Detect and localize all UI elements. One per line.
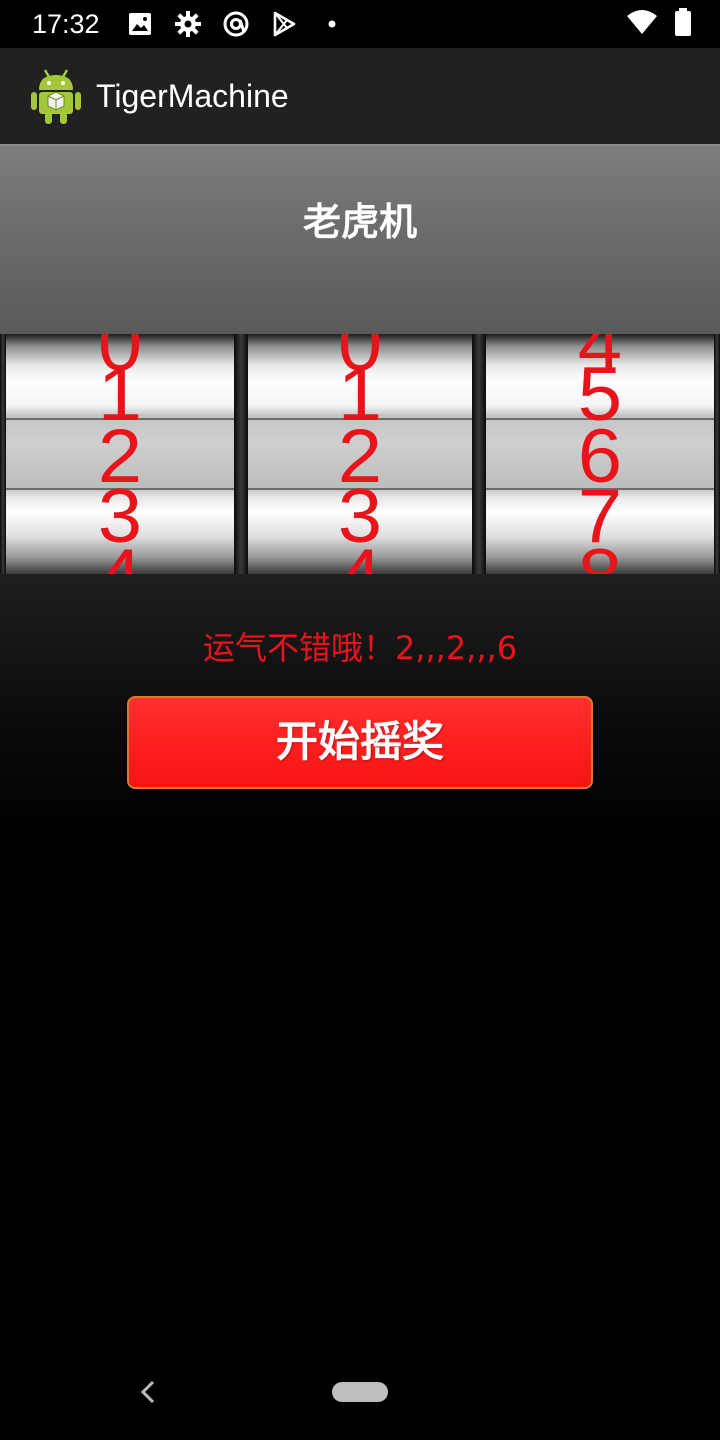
result-message: 运气不错哦！2,,,2,,,6 bbox=[202, 629, 518, 667]
reel-separator bbox=[234, 334, 248, 574]
content-area: 运气不错哦！2,,,2,,,6 开始摇奖 bbox=[0, 574, 720, 1440]
action-bar: TigerMachine bbox=[0, 48, 720, 144]
at-sign-icon bbox=[222, 10, 250, 38]
reel-frame-right bbox=[714, 334, 720, 574]
status-system-icons bbox=[626, 8, 692, 40]
reel-digit: 4 bbox=[6, 539, 234, 575]
battery-icon bbox=[674, 8, 692, 40]
settings-gear-icon bbox=[174, 10, 202, 38]
notification-dot-icon bbox=[318, 10, 346, 38]
navigation-bar bbox=[0, 1360, 720, 1440]
reel-digit: 4 bbox=[248, 539, 472, 575]
android-robot-icon bbox=[30, 66, 82, 126]
start-lottery-button[interactable]: 开始摇奖 bbox=[127, 696, 593, 789]
reel-separator bbox=[472, 334, 486, 574]
slot-reels: 0 1 2 3 4 0 1 2 3 4 4 5 6 7 8 bbox=[0, 334, 720, 574]
app-title: TigerMachine bbox=[96, 78, 289, 114]
home-pill-icon[interactable] bbox=[332, 1382, 388, 1402]
play-store-icon bbox=[270, 10, 298, 38]
wifi-icon bbox=[626, 8, 658, 40]
image-icon bbox=[126, 10, 154, 38]
reel-2: 0 1 2 3 4 bbox=[248, 334, 472, 574]
back-chevron-icon[interactable] bbox=[136, 1378, 160, 1406]
status-notification-icons bbox=[126, 10, 346, 38]
reel-1: 0 1 2 3 4 bbox=[6, 334, 234, 574]
status-time: 17:32 bbox=[32, 9, 100, 39]
status-bar: 17:32 bbox=[0, 0, 720, 48]
header-banner: 老虎机 bbox=[0, 144, 720, 334]
reel-3: 4 5 6 7 8 bbox=[486, 334, 714, 574]
page-title: 老虎机 bbox=[302, 200, 417, 244]
reel-digit: 8 bbox=[486, 539, 714, 575]
